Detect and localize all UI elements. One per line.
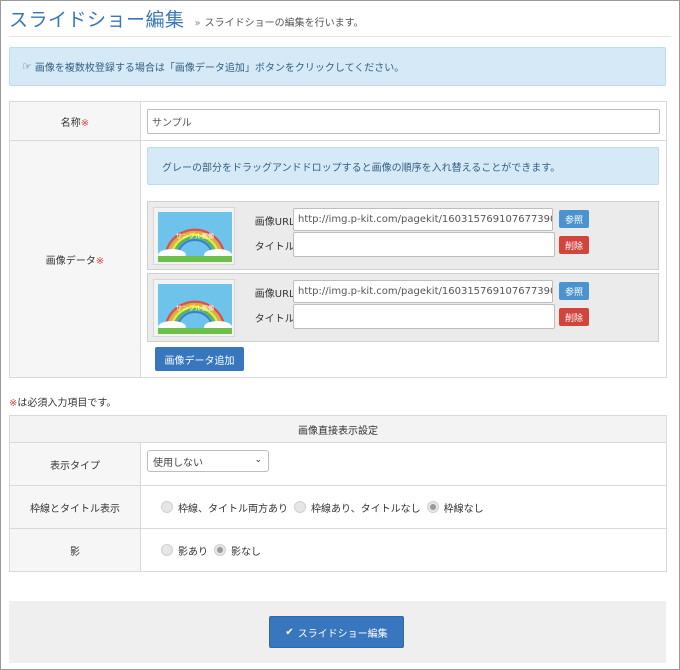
required-note: ※は必須入力項目です。 [9,394,116,409]
name-label: 名称 [60,117,81,129]
image-url-input[interactable]: http://img.p-kit.com/pagekit/16031576910… [293,280,553,303]
display-type-cell: 使用しない ⌄ [140,442,667,486]
page-subtitle: スライドショーの編集を行います。 [204,18,364,29]
breadcrumb-separator: » [194,18,201,29]
info-alert-text: 画像を複数枚登録する場合は「画像データ追加」ボタンをクリックしてください。 [34,63,405,74]
sample-image-thumbnail: サンプル画像 [153,279,235,337]
submit-label: スライドショー編集 [297,628,388,640]
radio-label: 枠線、タイトル両方あり [178,503,288,515]
rainbow-image-icon: サンプル画像 [158,284,232,334]
radio-circle[interactable] [294,501,306,513]
name-label-cell: 名称※ [9,101,141,141]
name-input[interactable]: サンプル [147,109,660,134]
image-data-label-cell: 画像データ※ [9,140,141,378]
display-type-label: 表示タイプ [9,442,141,486]
image-title-input[interactable] [293,304,555,329]
form-footer: ✔ スライドショー編集 [9,601,666,663]
required-note-text: は必須入力項目です。 [17,398,117,409]
radio-label: 影あり [178,546,208,558]
title-label: タイトル: [254,242,298,253]
slideshow-form-table: 名称※ サンプル 画像データ※ グレーの部分をドラッグアンドドロップすると画像の… [9,101,667,378]
image-data-cell: グレーの部分をドラッグアンドドロップすると画像の順序を入れ替えることができます。 [140,140,667,378]
radio-border-only[interactable]: 枠線あり、タイトルなし [294,500,421,515]
delete-button[interactable]: 削除 [559,236,589,254]
sample-image-thumbnail: サンプル画像 [153,207,235,265]
radio-border-title-both[interactable]: 枠線、タイトル両方あり [161,500,288,515]
shadow-cell: 影あり 影なし [140,528,667,572]
image-row[interactable]: サンプル画像 画像URL: http://img.p-kit.com/pagek… [147,201,659,270]
info-alert: ☞ 画像を複数枚登録する場合は「画像データ追加」ボタンをクリックしてください。 [9,47,666,86]
thumb-text: サンプル画像 [176,303,215,312]
title-label: タイトル: [254,314,298,325]
check-icon: ✔ [285,626,294,638]
radio-shadow-off[interactable]: 影なし [214,543,261,558]
radio-no-border[interactable]: 枠線なし [426,500,484,515]
header-divider [9,36,671,37]
submit-slideshow-button[interactable]: ✔ スライドショー編集 [269,616,404,648]
page-title: スライドショー編集 [9,9,185,31]
radio-circle[interactable] [161,544,173,556]
browse-button[interactable]: 参照 [559,210,589,228]
border-title-cell: 枠線、タイトル両方あり 枠線あり、タイトルなし 枠線なし [140,485,667,529]
image-title-input[interactable] [293,232,555,257]
delete-button[interactable]: 削除 [559,308,589,326]
add-image-data-button[interactable]: 画像データ追加 [155,347,244,371]
pointing-hand-icon: ☞ [22,60,32,73]
radio-circle-checked[interactable] [426,501,439,513]
chevron-down-icon: ⌄ [254,455,262,465]
radio-label: 影なし [231,546,261,558]
display-type-value: 使用しない [153,457,203,469]
required-mark: ※ [80,117,90,129]
radio-circle-checked[interactable] [214,544,226,556]
radio-label: 枠線あり、タイトルなし [311,503,421,515]
name-input-cell: サンプル [140,101,667,141]
display-settings-heading: 画像直接表示設定 [9,415,667,443]
url-label: 画像URL: [254,217,298,228]
border-title-label: 枠線とタイトル表示 [9,485,141,529]
border-title-radio-group: 枠線、タイトル両方あり 枠線あり、タイトルなし 枠線なし [161,486,490,528]
radio-shadow-on[interactable]: 影あり [161,543,208,558]
image-data-label: 画像データ [45,255,96,267]
browse-button[interactable]: 参照 [559,282,589,300]
display-settings-table: 画像直接表示設定 表示タイプ 使用しない ⌄ 枠線とタイトル表示 枠線、タイトル… [9,415,667,572]
thumb-text: サンプル画像 [176,231,215,240]
image-url-input[interactable]: http://img.p-kit.com/pagekit/16031576910… [293,208,553,231]
radio-circle[interactable] [161,501,173,513]
shadow-radio-group: 影あり 影なし [161,529,267,571]
radio-label: 枠線なし [443,503,484,515]
display-type-select[interactable]: 使用しない ⌄ [147,450,269,472]
rainbow-image-icon: サンプル画像 [158,212,232,262]
shadow-label: 影 [9,528,141,572]
page-header: スライドショー編集 » スライドショーの編集を行います。 [9,5,364,33]
app-frame: スライドショー編集 » スライドショーの編集を行います。 ☞ 画像を複数枚登録す… [0,0,680,670]
required-mark: ※ [95,255,105,267]
url-label: 画像URL: [254,289,298,300]
drag-drop-note: グレーの部分をドラッグアンドドロップすると画像の順序を入れ替えることができます。 [147,147,659,185]
image-row[interactable]: サンプル画像 画像URL: http://img.p-kit.com/pagek… [147,273,659,342]
